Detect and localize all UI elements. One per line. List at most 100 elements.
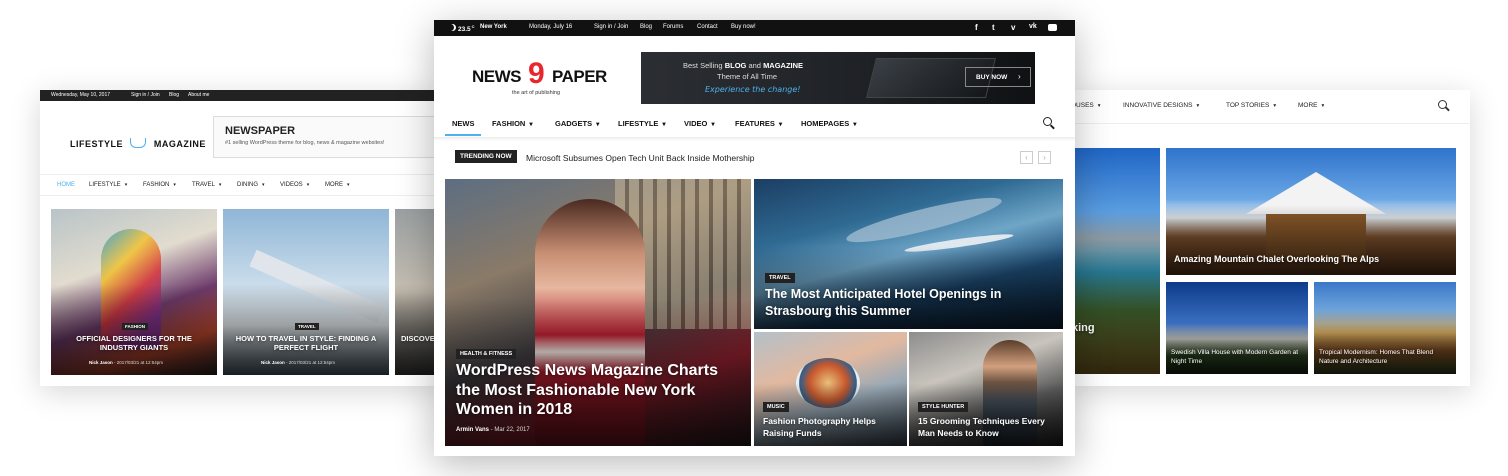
trending-label: TRENDING NOW bbox=[455, 150, 517, 163]
feature-main-author[interactable]: Armin Vans bbox=[456, 427, 489, 433]
coffee-cup-icon bbox=[130, 138, 147, 148]
lifestyle-card-fashion[interactable]: FASHION OFFICIAL DESIGNERS FOR THE INDUS… bbox=[51, 209, 217, 375]
lifestyle-nav-fashion[interactable]: FASHION ▾ bbox=[143, 182, 176, 188]
lifestyle-signin-link[interactable]: Sign in / Join bbox=[131, 92, 160, 98]
card-gradient bbox=[1068, 249, 1160, 374]
banner-buy-button[interactable]: BUY NOW › bbox=[965, 67, 1031, 87]
banner-line1-a: Best Selling bbox=[683, 61, 725, 70]
architecture-card-chalet[interactable]: Amazing Mountain Chalet Overlooking The … bbox=[1166, 148, 1456, 275]
architecture-card-tropical[interactable]: Tropical Modernism: Homes That Blend Nat… bbox=[1314, 282, 1456, 374]
architecture-nav-innovative[interactable]: INNOVATIVE DESIGNS ▾ bbox=[1123, 102, 1199, 109]
newspaper-logo[interactable]: NEWS 9 PAPER the art of publishing bbox=[472, 57, 622, 102]
card-title[interactable]: OFFICIAL DESIGNERS FOR THE INDUSTRY GIAN… bbox=[65, 334, 203, 352]
newspaper-ad-banner[interactable]: Best Selling BLOG and MAGAZINE Theme of … bbox=[641, 52, 1035, 104]
nav-fashion[interactable]: FASHION ▾ bbox=[492, 119, 533, 128]
banner-line1-b: BLOG bbox=[724, 61, 747, 70]
feature-travel-title[interactable]: The Most Anticipated Hotel Openings in S… bbox=[765, 286, 1035, 320]
twitter-icon[interactable]: t bbox=[992, 23, 995, 32]
vimeo-icon[interactable]: v bbox=[1011, 23, 1015, 32]
banner-line1: Best Selling BLOG and MAGAZINE bbox=[683, 61, 803, 70]
chevron-down-icon: ▾ bbox=[1273, 103, 1277, 109]
nav-news[interactable]: NEWS bbox=[452, 119, 475, 128]
vk-icon[interactable]: vk bbox=[1029, 23, 1037, 30]
lifestyle-about-link[interactable]: About me bbox=[188, 92, 209, 98]
card-category[interactable]: TRAVEL bbox=[295, 323, 319, 330]
lifestyle-nav-home[interactable]: HOME bbox=[57, 182, 75, 188]
card-title[interactable]: HOW TO TRAVEL IN STYLE: FINDING A PERFEC… bbox=[229, 334, 383, 352]
lifestyle-nav-dining-label: DINING bbox=[237, 182, 258, 188]
trending-prev-button[interactable]: ‹ bbox=[1020, 151, 1033, 164]
card-author[interactable]: Nick Jason bbox=[89, 360, 113, 365]
youtube-icon[interactable] bbox=[1048, 24, 1057, 31]
lifestyle-blog-link[interactable]: Blog bbox=[169, 92, 179, 98]
newspaper-date: Monday, July 16 bbox=[529, 24, 573, 30]
search-icon-handle bbox=[1050, 124, 1055, 130]
feature-style-title[interactable]: 15 Grooming Techniques Every Man Needs t… bbox=[918, 415, 1058, 439]
nav-features-label: FEATURES bbox=[735, 119, 775, 128]
nav-homepages[interactable]: HOMEPAGES ▾ bbox=[801, 119, 856, 128]
architecture-nav-innovative-label: INNOVATIVE DESIGNS bbox=[1123, 102, 1193, 109]
card-author[interactable]: Nick Jason bbox=[261, 360, 285, 365]
architecture-card-villa[interactable]: Swedish Villa House with Modern Garden a… bbox=[1166, 282, 1308, 374]
lifestyle-ad-subtitle: #1 selling WordPress theme for blog, new… bbox=[225, 140, 385, 146]
newspaper-blog-link[interactable]: Blog bbox=[640, 24, 652, 30]
banner-buy-label: BUY NOW bbox=[976, 74, 1008, 81]
feature-music-title[interactable]: Fashion Photography Helps Raising Funds bbox=[763, 415, 901, 439]
trending-headline[interactable]: Microsoft Subsumes Open Tech Unit Back I… bbox=[526, 153, 755, 163]
lifestyle-nav-more-label: MORE bbox=[325, 182, 343, 188]
showcase-stage: Wednesday, May 10, 2017 Sign in / Join B… bbox=[0, 0, 1508, 476]
lifestyle-ad-banner[interactable]: NEWSPAPER #1 selling WordPress theme for… bbox=[213, 116, 440, 158]
lifestyle-nav-lifestyle-label: LIFESTYLE bbox=[89, 182, 121, 188]
architecture-nav-top-stories-label: TOP STORIES bbox=[1226, 102, 1270, 109]
card-title[interactable]: Amazing Mountain Chalet Overlooking The … bbox=[1174, 254, 1379, 264]
logo-tagline: the art of publishing bbox=[512, 90, 561, 96]
nav-homepages-label: HOMEPAGES bbox=[801, 119, 850, 128]
lifestyle-logo[interactable]: LIFESTYLE MAGAZINE bbox=[70, 134, 206, 149]
banner-line2: Theme of All Time bbox=[717, 72, 778, 81]
card-meta: Nick Jason - 2017/03/21 at 12:54pm bbox=[89, 360, 164, 365]
architecture-nav-top-stories[interactable]: TOP STORIES ▾ bbox=[1226, 102, 1276, 109]
newspaper-signin-link[interactable]: Sign in / Join bbox=[594, 24, 628, 30]
chevron-down-icon: ▾ bbox=[173, 182, 176, 188]
chevron-down-icon: ▾ bbox=[1321, 103, 1325, 109]
newspaper-contact-link[interactable]: Contact bbox=[697, 24, 718, 30]
feature-music-category[interactable]: MUSIC bbox=[763, 402, 789, 412]
lifestyle-date: Wednesday, May 10, 2017 bbox=[51, 92, 111, 98]
lifestyle-nav-travel[interactable]: TRAVEL ▾ bbox=[192, 182, 221, 188]
nav-gadgets[interactable]: GADGETS ▾ bbox=[555, 119, 599, 128]
feature-travel-category[interactable]: TRAVEL bbox=[765, 273, 795, 283]
nav-features[interactable]: FEATURES ▾ bbox=[735, 119, 782, 128]
nav-shadow bbox=[434, 137, 1075, 141]
feature-music-card[interactable]: MUSIC Fashion Photography Helps Raising … bbox=[754, 332, 907, 446]
feature-main-title[interactable]: WordPress News Magazine Charts the Most … bbox=[456, 361, 736, 420]
card-category[interactable]: FASHION bbox=[122, 323, 149, 330]
nav-lifestyle[interactable]: LIFESTYLE ▾ bbox=[618, 119, 666, 128]
newspaper-forums-link[interactable]: Forums bbox=[663, 24, 683, 30]
chevron-down-icon: ▾ bbox=[662, 121, 666, 128]
banner-line3: Experience the change! bbox=[705, 85, 801, 94]
feature-style-category[interactable]: STYLE HUNTER bbox=[918, 402, 969, 412]
lifestyle-nav-more[interactable]: MORE ▾ bbox=[325, 182, 350, 188]
feature-main-category[interactable]: HEALTH & FITNESS bbox=[456, 349, 517, 359]
nav-video[interactable]: VIDEO ▾ bbox=[684, 119, 715, 128]
card-title[interactable]: DISCOVE bbox=[401, 334, 435, 343]
lifestyle-nav-dining[interactable]: DINING ▾ bbox=[237, 182, 265, 188]
architecture-card-lake[interactable]: king bbox=[1068, 148, 1160, 374]
lifestyle-card-travel[interactable]: TRAVEL HOW TO TRAVEL IN STYLE: FINDING A… bbox=[223, 209, 389, 375]
facebook-icon[interactable]: f bbox=[975, 23, 978, 32]
weather-temp: 23.5C bbox=[458, 24, 475, 33]
feature-travel-card[interactable]: TRAVEL The Most Anticipated Hotel Openin… bbox=[754, 179, 1063, 329]
lifestyle-nav-lifestyle[interactable]: LIFESTYLE ▾ bbox=[89, 182, 127, 188]
card-title[interactable]: king bbox=[1072, 322, 1095, 334]
trending-next-button[interactable]: › bbox=[1038, 151, 1051, 164]
architecture-nav-more[interactable]: MORE ▾ bbox=[1298, 102, 1324, 109]
architecture-nav-houses[interactable]: OUSES ▾ bbox=[1071, 102, 1101, 109]
card-title[interactable]: Swedish Villa House with Modern Garden a… bbox=[1171, 348, 1301, 366]
newspaper-buynow-link[interactable]: Buy now! bbox=[731, 24, 756, 30]
chevron-down-icon: ▾ bbox=[853, 121, 857, 128]
lifestyle-nav-videos[interactable]: VIDEOS ▾ bbox=[280, 182, 309, 188]
card-title[interactable]: Tropical Modernism: Homes That Blend Nat… bbox=[1319, 348, 1451, 366]
nav-gadgets-label: GADGETS bbox=[555, 119, 593, 128]
feature-main-card[interactable]: HEALTH & FITNESS WordPress News Magazine… bbox=[445, 179, 751, 446]
feature-style-card[interactable]: STYLE HUNTER 15 Grooming Techniques Ever… bbox=[909, 332, 1063, 446]
